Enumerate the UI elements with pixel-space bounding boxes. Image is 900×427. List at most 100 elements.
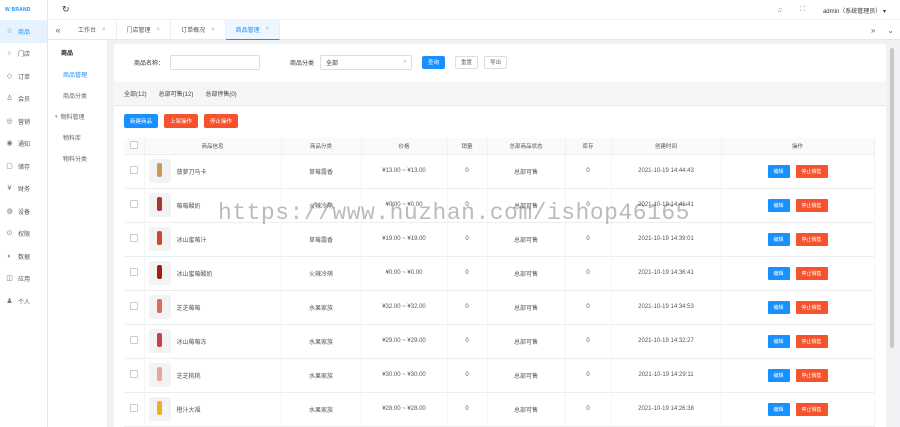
nav-item-2[interactable]: ◇ 订单 — [0, 65, 47, 88]
stop-sale-row-button[interactable]: 停止销售 — [795, 334, 828, 348]
logo: W BRAND — [0, 0, 47, 20]
export-button[interactable]: 导出 — [484, 55, 508, 69]
scrollbar-thumb[interactable] — [890, 48, 894, 348]
close-icon[interactable]: × — [211, 27, 215, 33]
row-checkbox[interactable] — [129, 234, 138, 242]
operation-cell: 编辑 停止销售 — [721, 290, 875, 325]
sub-nav: 商品 商品管理 商品分类 ▾ 物料管理 物料库 物料分类 — [48, 40, 108, 427]
edit-button[interactable]: 编辑 — [767, 266, 790, 280]
row-checkbox[interactable] — [129, 200, 138, 208]
subnav-item-1[interactable]: 商品分类 — [48, 85, 107, 106]
row-checkbox[interactable] — [129, 404, 138, 412]
nav-item-1[interactable]: ○ 门店 — [0, 43, 47, 66]
nav-item-0[interactable]: ☆ 商品 — [0, 20, 47, 43]
cell-category: 水果家族 — [281, 290, 362, 325]
tab-label: 门店管理 — [126, 28, 151, 34]
row-checkbox[interactable] — [129, 336, 138, 344]
nav-item-4[interactable]: ◎ 营销 — [0, 110, 47, 133]
on-sale-button[interactable]: 上架操作 — [164, 114, 199, 128]
close-icon[interactable]: × — [102, 27, 106, 33]
subnav-item-2[interactable]: ▾ 物料管理 — [48, 106, 107, 127]
nav-item-12[interactable]: ♟ 个人 — [0, 290, 47, 313]
row-checkbox[interactable] — [129, 166, 138, 174]
tab-0[interactable]: 工作台 × — [68, 19, 117, 40]
nav-item-6[interactable]: ▢ 储存 — [0, 155, 47, 178]
product-cell: 橙汁大福 — [144, 392, 282, 427]
nav-item-label: 数据 — [18, 254, 31, 261]
close-icon[interactable]: × — [157, 27, 161, 33]
operation-buttons: 编辑 停止销售 — [722, 266, 874, 280]
edit-button[interactable]: 编辑 — [767, 164, 790, 178]
fullscreen-icon[interactable]: ⛶ — [800, 6, 805, 14]
row-checkbox[interactable] — [129, 302, 138, 310]
stop-sale-row-button[interactable]: 停止销售 — [795, 368, 828, 382]
stop-sale-button[interactable]: 停止操作 — [204, 114, 239, 128]
cell-created: 2021-10-19 14:36:41 — [611, 256, 722, 291]
nav-item-label: 门店 — [18, 52, 31, 59]
nav-item-9[interactable]: ⊙ 权限 — [0, 223, 47, 246]
tab-2[interactable]: 订单概况 × — [171, 19, 226, 40]
user-menu[interactable]: admin（系统管理员） ▾ — [823, 6, 886, 15]
table-row: 芝芝桃桃 水果家族 ¥30.00 ~ ¥30.00 0 总部可售 0 2021-10-19 … — [124, 358, 875, 393]
product-info: 冰山蜜莓酸奶 — [145, 261, 281, 285]
edit-button[interactable]: 编辑 — [767, 300, 790, 314]
tabs-more-icon[interactable]: » — [871, 26, 875, 35]
tab-3[interactable]: 商品管理 × — [225, 19, 281, 40]
stop-sale-row-button[interactable]: 停止销售 — [795, 266, 828, 280]
edit-button[interactable]: 编辑 — [767, 232, 790, 246]
product-image — [156, 163, 162, 177]
bell-icon[interactable]: ♫ — [777, 7, 782, 14]
operation-buttons: 编辑 停止销售 — [722, 368, 874, 382]
cell-category: 火辣冷萌 — [281, 256, 362, 291]
tabs-dropdown-icon[interactable]: ⌄ — [887, 26, 894, 35]
close-icon[interactable]: × — [266, 26, 270, 32]
operation-buttons: 编辑 停止销售 — [722, 198, 874, 212]
operation-buttons: 编辑 停止销售 — [722, 232, 874, 246]
row-select-cell — [124, 188, 145, 223]
stop-sale-row-button[interactable]: 停止销售 — [795, 402, 828, 416]
status-tabs: 全部(12) 总部可售(12) 总部停售(0) — [114, 82, 886, 106]
left-nav: W BRAND ☆ 商品 ○ 门店 ◇ 订单 ♙ 会员 ◎ 营销 ◉ 通知 ▢ 储存 ¥ 财务 ◍ 设备 ⊙ 权限 ◐ 数… — [0, 0, 48, 427]
cell-created: 2021-10-19 14:44:43 — [611, 154, 722, 189]
subnav-item-3[interactable]: 物料库 — [48, 127, 107, 148]
tab-1[interactable]: 门店管理 × — [117, 19, 172, 40]
row-checkbox[interactable] — [129, 370, 138, 378]
select-all-checkbox[interactable] — [129, 140, 138, 149]
operation-cell: 编辑 停止销售 — [721, 256, 875, 291]
status-tab-1[interactable]: 总部可售(12) — [159, 89, 194, 98]
nav-item-5[interactable]: ◉ 通知 — [0, 133, 47, 156]
cell-status: 总部可售 — [487, 358, 566, 393]
edit-button[interactable]: 编辑 — [767, 334, 790, 348]
nav-item-7[interactable]: ¥ 财务 — [0, 178, 47, 201]
category-select[interactable]: 全部 ▾ — [320, 54, 413, 70]
edit-button[interactable]: 编辑 — [767, 368, 790, 382]
nav-item-3[interactable]: ♙ 会员 — [0, 88, 47, 111]
add-product-button[interactable]: 新建商品 — [124, 114, 159, 128]
subnav-item-4[interactable]: 物料分类 — [48, 148, 107, 169]
subnav-item-0[interactable]: 商品管理 — [48, 64, 107, 85]
cell-created: 2021-10-19 14:34:53 — [611, 290, 722, 325]
status-tab-0[interactable]: 全部(12) — [124, 89, 147, 98]
search-button[interactable]: 查询 — [422, 55, 446, 69]
nav-item-label: 应用 — [18, 277, 31, 284]
collapse-icon[interactable]: « — [48, 25, 68, 35]
reset-button[interactable]: 重置 — [455, 55, 479, 69]
stop-sale-row-button[interactable]: 停止销售 — [795, 198, 828, 212]
stop-sale-row-button[interactable]: 停止销售 — [795, 300, 828, 314]
stop-sale-row-button[interactable]: 停止销售 — [795, 164, 828, 178]
stop-sale-row-button[interactable]: 停止销售 — [795, 232, 828, 246]
scrollbar[interactable] — [889, 44, 895, 427]
row-checkbox[interactable] — [129, 268, 138, 276]
product-cell: 莓莓酸奶 — [144, 188, 282, 223]
edit-button[interactable]: 编辑 — [767, 402, 790, 416]
edit-button[interactable]: 编辑 — [767, 198, 790, 212]
nav-item-8[interactable]: ◍ 设备 — [0, 200, 47, 223]
status-tab-2[interactable]: 总部停售(0) — [205, 89, 236, 98]
select-all-cell — [124, 138, 145, 155]
cell-sales: 0 — [447, 188, 488, 223]
nav-item-10[interactable]: ◐ 数据 — [0, 245, 47, 268]
nav-item-11[interactable]: ◫ 应用 — [0, 268, 47, 291]
product-name-input[interactable] — [170, 54, 261, 70]
refresh-icon[interactable]: ↻ — [62, 4, 70, 15]
operation-cell: 编辑 停止销售 — [721, 324, 875, 359]
